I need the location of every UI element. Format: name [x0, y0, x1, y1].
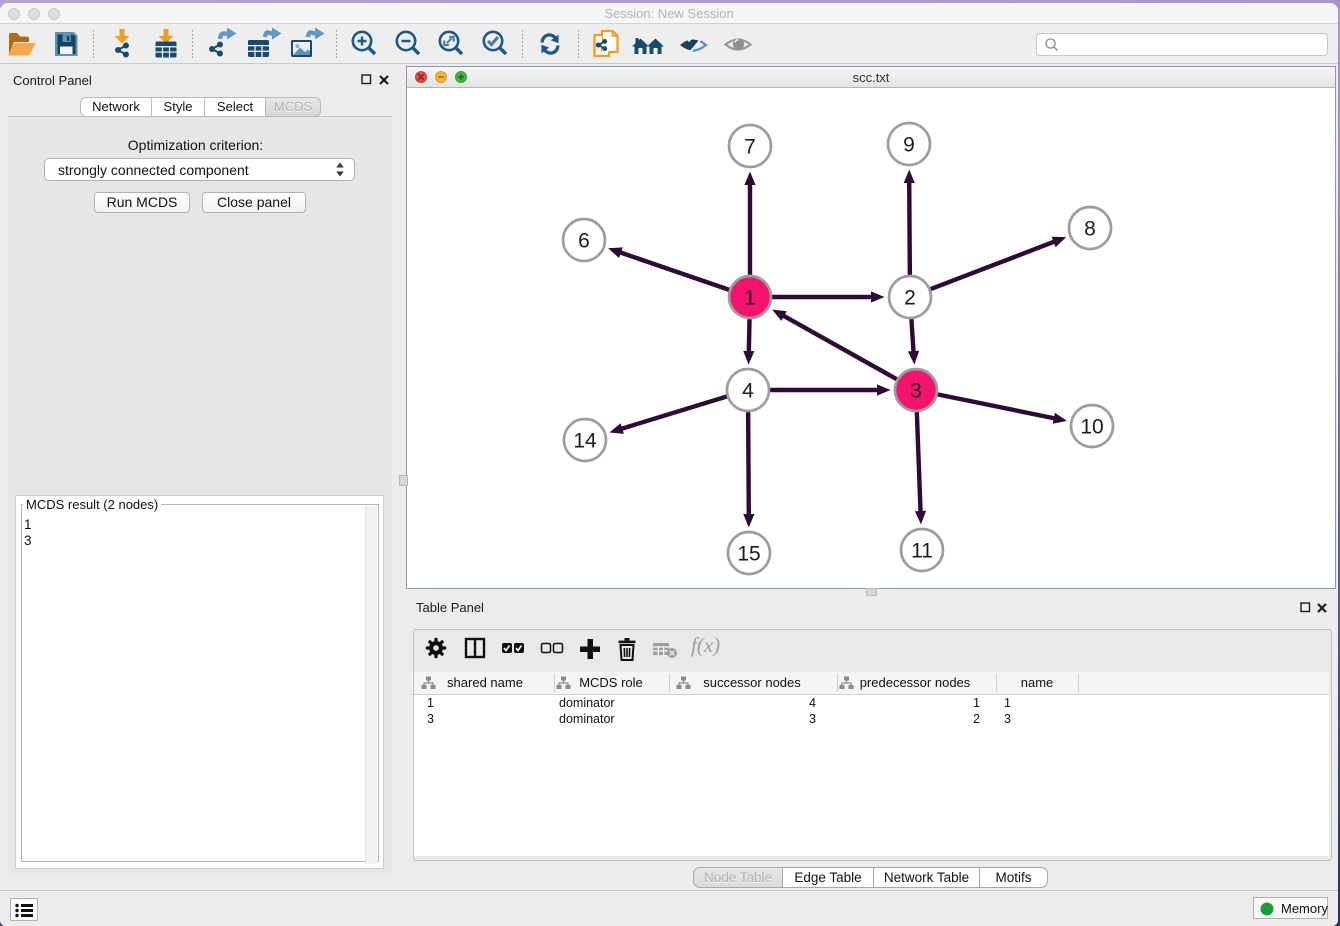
svg-text:2: 2: [904, 287, 916, 310]
svg-text:1: 1: [744, 287, 756, 310]
svg-text:7: 7: [744, 136, 756, 159]
svg-text:6: 6: [578, 230, 590, 253]
svg-text:15: 15: [737, 543, 760, 566]
svg-text:3: 3: [910, 380, 922, 403]
svg-text:4: 4: [742, 380, 754, 403]
svg-text:11: 11: [911, 540, 933, 563]
svg-text:8: 8: [1084, 218, 1096, 241]
svg-text:9: 9: [903, 134, 915, 157]
svg-text:10: 10: [1080, 416, 1103, 439]
svg-text:14: 14: [573, 430, 597, 453]
